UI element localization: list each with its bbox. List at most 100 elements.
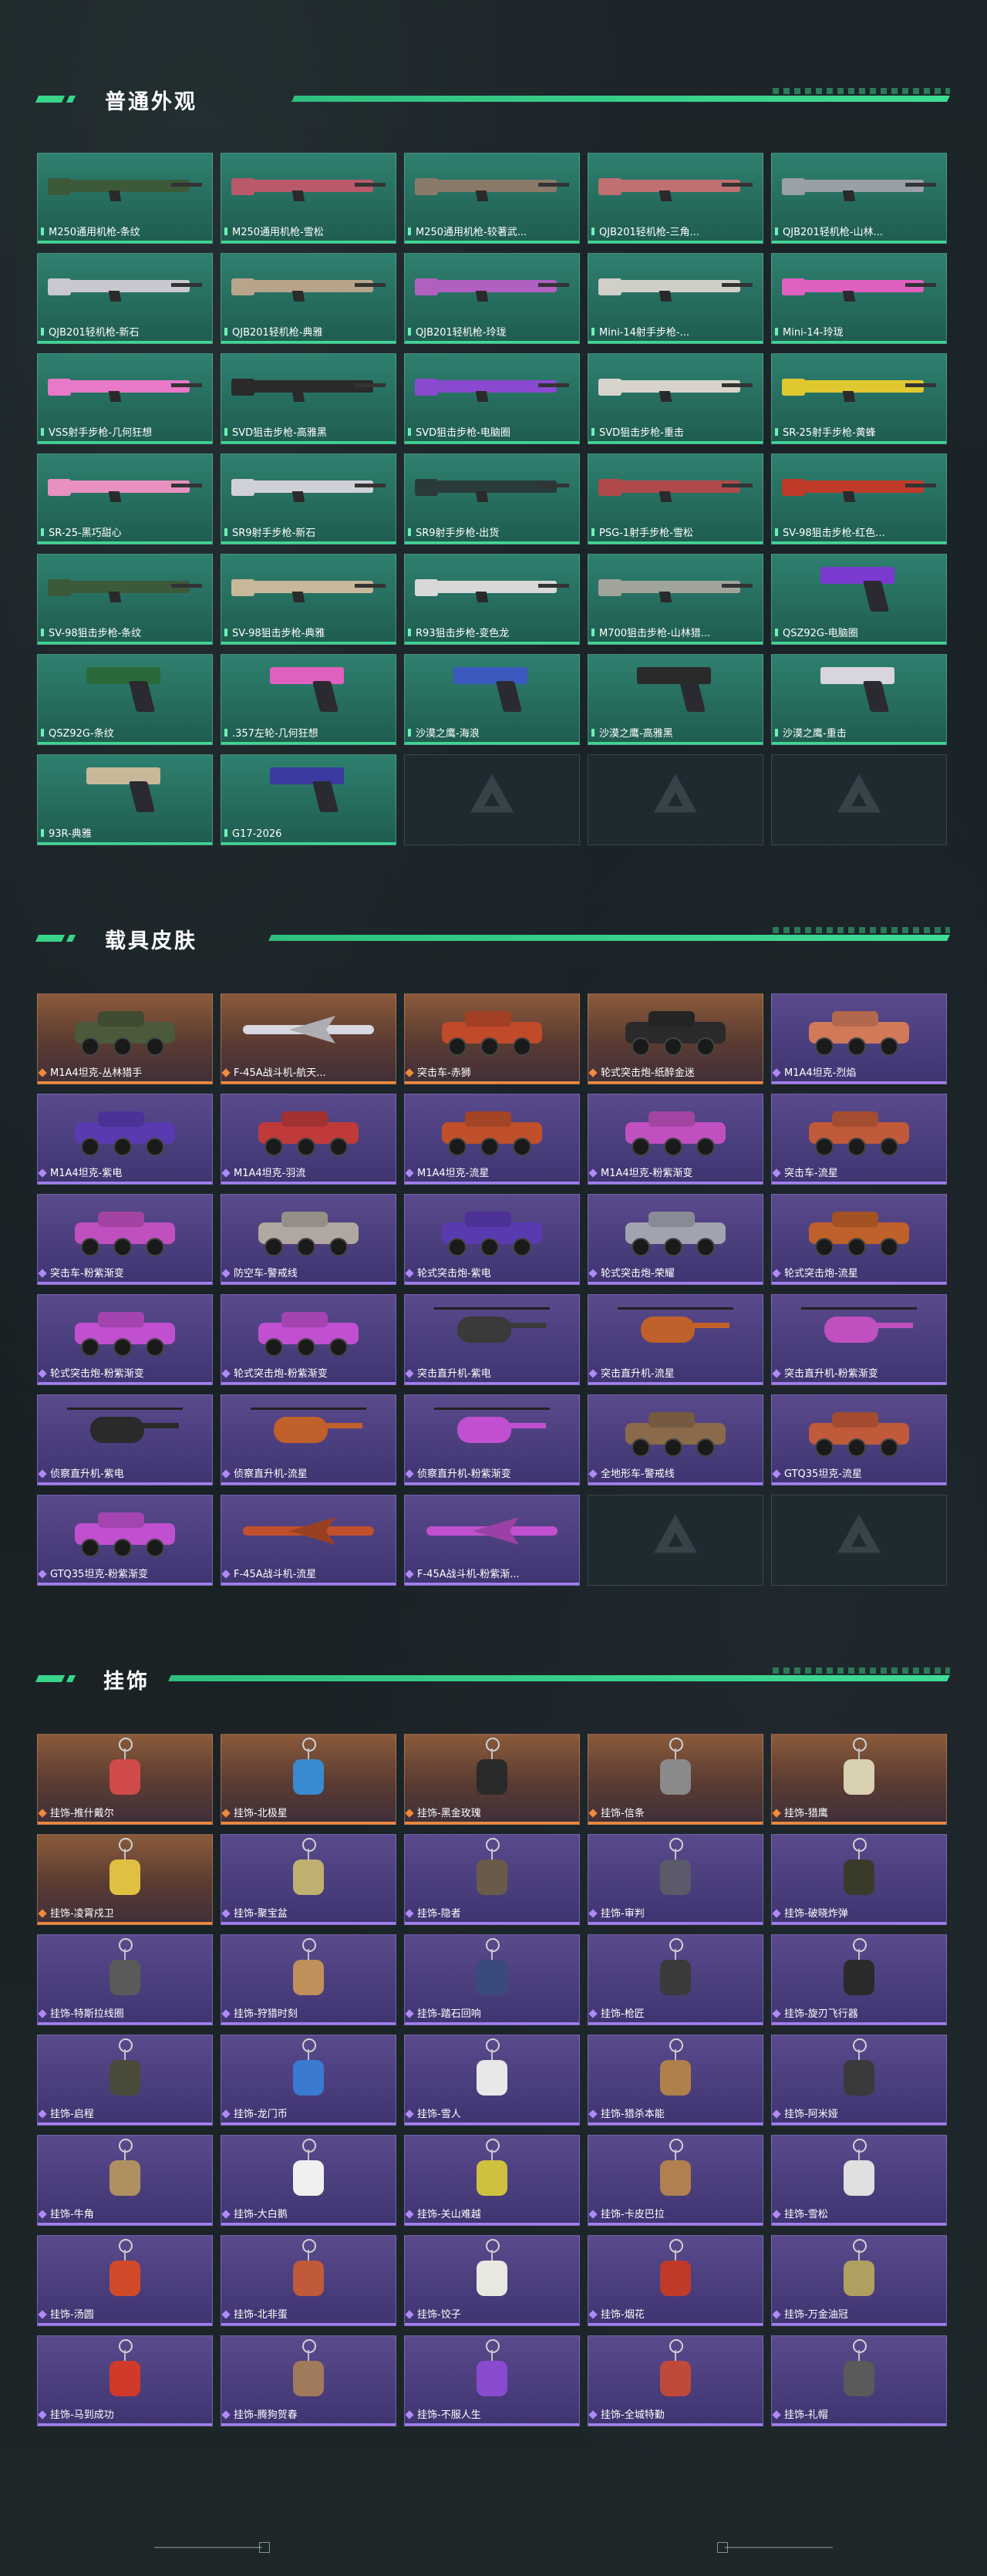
item-card[interactable]: 突击车-粉紫渐变: [37, 1194, 213, 1285]
item-card[interactable]: 挂饰-全城特勤: [588, 2335, 763, 2426]
item-card[interactable]: G17-2026: [221, 754, 396, 845]
item-card[interactable]: 挂饰-旋刃飞行器: [771, 1934, 947, 2025]
item-card[interactable]: QSZ92G-电脑圈: [771, 554, 947, 645]
vehicle-wheel: [847, 1238, 866, 1256]
item-card[interactable]: 挂饰-信条: [588, 1734, 763, 1825]
item-card[interactable]: 挂饰-审判: [588, 1834, 763, 1925]
item-card[interactable]: 挂饰-卡皮巴拉: [588, 2135, 763, 2226]
item-card[interactable]: 挂饰-牛角: [37, 2135, 213, 2226]
item-card[interactable]: 挂饰-阿米娅: [771, 2035, 947, 2126]
item-card[interactable]: 挂饰-万金油冠: [771, 2235, 947, 2326]
item-card[interactable]: 突击车-赤狮: [404, 993, 580, 1084]
item-card[interactable]: 挂饰-猎杀本能: [588, 2035, 763, 2126]
item-card[interactable]: 93R-典雅: [37, 754, 213, 845]
item-card[interactable]: 挂饰-狩猎时刻: [221, 1934, 396, 2025]
item-card[interactable]: 挂饰-踏石回响: [404, 1934, 580, 2025]
item-card[interactable]: SV-98狙击步枪-典雅: [221, 554, 396, 645]
item-card[interactable]: QSZ92G-条纹: [37, 654, 213, 745]
item-card[interactable]: VSS射手步枪-几何狂想: [37, 353, 213, 444]
item-card[interactable]: 挂饰-推什戴尔: [37, 1734, 213, 1825]
item-card[interactable]: 挂饰-腾狗贺春: [221, 2335, 396, 2426]
item-card[interactable]: 挂饰-龙门币: [221, 2035, 396, 2126]
item-card[interactable]: SV-98狙击步枪-条纹: [37, 554, 213, 645]
item-card[interactable]: 挂饰-烟花: [588, 2235, 763, 2326]
item-card[interactable]: 挂饰-启程: [37, 2035, 213, 2126]
item-card[interactable]: M250通用机枪-雪松: [221, 153, 396, 244]
item-card[interactable]: 轮式突击炮-紫电: [404, 1194, 580, 1285]
item-card[interactable]: 挂饰-汤圆: [37, 2235, 213, 2326]
item-card[interactable]: SR9射手步枪-出货: [404, 453, 580, 545]
item-card[interactable]: M1A4坦克-丛林猎手: [37, 993, 213, 1084]
item-card[interactable]: M1A4坦克-粉紫渐变: [588, 1094, 763, 1185]
item-card[interactable]: M700狙击步枪-山林猎...: [588, 554, 763, 645]
item-card[interactable]: 挂饰-隐者: [404, 1834, 580, 1925]
item-card[interactable]: 轮式突击炮-流星: [771, 1194, 947, 1285]
item-card[interactable]: 沙漠之鹰-海浪: [404, 654, 580, 745]
item-card[interactable]: QJB201轻机枪-新石: [37, 253, 213, 344]
item-card[interactable]: 挂饰-枪匠: [588, 1934, 763, 2025]
item-card[interactable]: 全地形车-警戒线: [588, 1394, 763, 1485]
item-card[interactable]: 挂饰-北非蛋: [221, 2235, 396, 2326]
item-card[interactable]: M1A4坦克-流星: [404, 1094, 580, 1185]
vehicle-wheel: [297, 1338, 315, 1357]
item-card[interactable]: M1A4坦克-紫电: [37, 1094, 213, 1185]
item-card[interactable]: 突击直升机-粉紫渐变: [771, 1294, 947, 1385]
item-card[interactable]: 侦察直升机-粉紫渐变: [404, 1394, 580, 1485]
item-card[interactable]: 挂饰-黑金玫瑰: [404, 1734, 580, 1825]
item-card[interactable]: 防空车-警戒线: [221, 1194, 396, 1285]
item-card[interactable]: SVD狙击步枪-电脑圈: [404, 353, 580, 444]
item-card[interactable]: SVD狙击步枪-重击: [588, 353, 763, 444]
item-card[interactable]: 挂饰-凌霄戍卫: [37, 1834, 213, 1925]
item-card[interactable]: 挂饰-关山难越: [404, 2135, 580, 2226]
item-card[interactable]: .357左轮-几何狂想: [221, 654, 396, 745]
item-card[interactable]: SR9射手步枪-新石: [221, 453, 396, 545]
item-card[interactable]: 突击车-流星: [771, 1094, 947, 1185]
rarity-bar: [588, 1822, 763, 1824]
item-card[interactable]: R93狙击步枪-变色龙: [404, 554, 580, 645]
item-card[interactable]: SR-25-黑巧甜心: [37, 453, 213, 545]
item-card[interactable]: F-45A战斗机-航天...: [221, 993, 396, 1084]
item-card[interactable]: PSG-1射手步枪-雪松: [588, 453, 763, 545]
item-card[interactable]: QJB201轻机枪-典雅: [221, 253, 396, 344]
item-card[interactable]: SR-25射手步枪-黄蜂: [771, 353, 947, 444]
item-card[interactable]: 挂饰-北极星: [221, 1734, 396, 1825]
item-card[interactable]: 侦察直升机-紫电: [37, 1394, 213, 1485]
item-card[interactable]: Mini-14射手步枪-...: [588, 253, 763, 344]
item-card[interactable]: F-45A战斗机-粉紫渐...: [404, 1495, 580, 1586]
item-card[interactable]: 轮式突击炮-粉紫渐变: [37, 1294, 213, 1385]
item-card[interactable]: 沙漠之鹰-高雅黑: [588, 654, 763, 745]
item-card[interactable]: 挂饰-礼帽: [771, 2335, 947, 2426]
item-card[interactable]: 突击直升机-流星: [588, 1294, 763, 1385]
item-card[interactable]: 挂饰-大白鹅: [221, 2135, 396, 2226]
item-card[interactable]: 沙漠之鹰-重击: [771, 654, 947, 745]
item-card[interactable]: SVD狙击步枪-高雅黑: [221, 353, 396, 444]
item-card[interactable]: 轮式突击炮-粉紫渐变: [221, 1294, 396, 1385]
item-card[interactable]: M1A4坦克-羽流: [221, 1094, 396, 1185]
item-card[interactable]: F-45A战斗机-流星: [221, 1495, 396, 1586]
item-card[interactable]: 挂饰-破晓炸弹: [771, 1834, 947, 1925]
item-card[interactable]: QJB201轻机枪-山林...: [771, 153, 947, 244]
item-card[interactable]: 挂饰-不服人生: [404, 2335, 580, 2426]
item-card[interactable]: GTQ35坦克-流星: [771, 1394, 947, 1485]
item-card[interactable]: 挂饰-雪人: [404, 2035, 580, 2126]
item-card[interactable]: 挂饰-雪松: [771, 2135, 947, 2226]
item-card[interactable]: 挂饰-饺子: [404, 2235, 580, 2326]
item-card[interactable]: 挂饰-特斯拉线圈: [37, 1934, 213, 2025]
item-card[interactable]: 轮式突击炮-荣耀: [588, 1194, 763, 1285]
item-card[interactable]: 突击直升机-紫电: [404, 1294, 580, 1385]
item-card[interactable]: QJB201轻机枪-玲珑: [404, 253, 580, 344]
item-card[interactable]: QJB201轻机枪-三角...: [588, 153, 763, 244]
item-card[interactable]: M250通用机枪-条纹: [37, 153, 213, 244]
item-card[interactable]: 轮式突击炮-纸醉金迷: [588, 993, 763, 1084]
item-card[interactable]: M1A4坦克-烈焰: [771, 993, 947, 1084]
item-card[interactable]: 挂饰-马到成功: [37, 2335, 213, 2426]
item-card[interactable]: M250通用机枪-较著武...: [404, 153, 580, 244]
item-card[interactable]: 挂饰-猎鹰: [771, 1734, 947, 1825]
item-card[interactable]: 侦察直升机-流星: [221, 1394, 396, 1485]
item-card[interactable]: GTQ35坦克-粉紫渐变: [37, 1495, 213, 1586]
heli-cabin: [274, 1417, 328, 1443]
pistol-image: [86, 763, 163, 817]
item-card[interactable]: Mini-14-玲珑: [771, 253, 947, 344]
item-card[interactable]: SV-98狙击步枪-红色...: [771, 453, 947, 545]
item-card[interactable]: 挂饰-聚宝盆: [221, 1834, 396, 1925]
